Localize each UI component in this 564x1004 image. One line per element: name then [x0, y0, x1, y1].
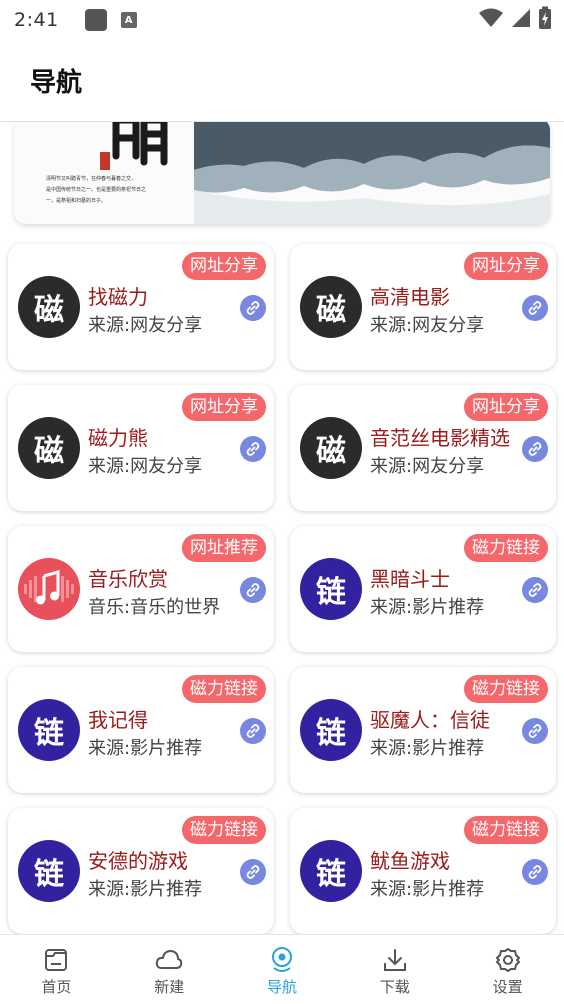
magnet-avatar: 磁 [18, 417, 80, 479]
link-avatar: 链 [300, 558, 362, 620]
signal-icon [512, 9, 530, 27]
card-title: 高清电影 [370, 285, 450, 309]
site-card[interactable]: 网址推荐 音乐欣赏 音乐:音乐的世界 [8, 526, 274, 652]
card-subtitle: 来源:影片推荐 [370, 597, 485, 618]
nav-item-navigation[interactable]: 导航 [226, 935, 339, 1004]
card-subtitle: 音乐:音乐的世界 [88, 597, 221, 618]
site-card[interactable]: 磁力链接 链 黑暗斗士 来源:影片推荐 [290, 526, 556, 652]
status-icons [478, 6, 552, 30]
banner-caption-line: 是中国传统节日之一。也是重要的祭祀节日之 [46, 187, 147, 193]
card-title: 鱿鱼游戏 [370, 849, 450, 873]
nav-label: 设置 [492, 978, 523, 996]
notification-a-icon: A [120, 12, 137, 28]
card-subtitle: 来源:网友分享 [370, 315, 485, 336]
category-tag: 网址推荐 [182, 534, 266, 562]
card-subtitle: 来源:影片推荐 [370, 879, 485, 900]
banner-artwork [14, 122, 550, 224]
link-icon[interactable] [522, 436, 548, 462]
nav-item-settings[interactable]: 设置 [451, 935, 564, 1004]
card-title: 音范丝电影精选 [370, 426, 510, 450]
banner-caption: 清明节又叫踏青节，在仲春与暮春之交， 是中国传统节日之一。也是重要的祭祀节日之 … [46, 174, 146, 207]
magnet-avatar: 磁 [18, 276, 80, 338]
link-icon[interactable] [240, 436, 266, 462]
site-card[interactable]: 磁力链接 链 鱿鱼游戏 来源:影片推荐 [290, 808, 556, 934]
notification-app-icon [84, 9, 107, 31]
bottom-nav: 首页 新建 导航 下载 设置 [0, 934, 564, 1004]
link-icon[interactable] [522, 295, 548, 321]
site-card[interactable]: 网址分享 磁 高清电影 来源:网友分享 [290, 244, 556, 370]
link-icon[interactable] [240, 718, 266, 744]
settings-gear-icon [494, 946, 522, 974]
site-card[interactable]: 网址分享 磁 磁力熊 来源:网友分享 [8, 385, 274, 511]
category-tag: 网址分享 [464, 393, 548, 421]
magnet-avatar: 磁 [300, 276, 362, 338]
banner-caption-line: 一，是祭祖和扫墓的日子。 [46, 198, 107, 204]
card-subtitle: 来源:影片推荐 [88, 738, 203, 759]
navigation-pin-icon [268, 946, 296, 974]
category-tag: 磁力链接 [182, 675, 266, 703]
content-scroll[interactable]: 清明节又叫踏青节，在仲春与暮春之交， 是中国传统节日之一。也是重要的祭祀节日之 … [0, 122, 564, 934]
link-avatar: 链 [18, 699, 80, 761]
category-tag: 磁力链接 [464, 534, 548, 562]
app-bar: 导航 [0, 40, 564, 122]
banner-caption-line: 清明节又叫踏青节，在仲春与暮春之交， [46, 176, 137, 182]
category-tag: 磁力链接 [182, 816, 266, 844]
site-card[interactable]: 网址分享 磁 找磁力 来源:网友分享 [8, 244, 274, 370]
category-tag: 网址分享 [182, 393, 266, 421]
cloud-icon [155, 946, 183, 974]
category-tag: 网址分享 [182, 252, 266, 280]
nav-item-new[interactable]: 新建 [113, 935, 226, 1004]
link-icon[interactable] [522, 718, 548, 744]
link-icon[interactable] [240, 295, 266, 321]
category-tag: 磁力链接 [464, 675, 548, 703]
nav-item-home[interactable]: 首页 [0, 935, 113, 1004]
music-note-icon [18, 558, 80, 620]
card-title: 驱魔人：信徒 [370, 708, 490, 732]
site-card[interactable]: 磁力链接 链 我记得 来源:影片推荐 [8, 667, 274, 793]
card-title: 安德的游戏 [88, 849, 188, 873]
nav-label: 新建 [154, 978, 185, 996]
card-title: 我记得 [88, 708, 148, 732]
card-title: 黑暗斗士 [370, 567, 450, 591]
battery-icon [539, 6, 551, 29]
site-card[interactable]: 网址分享 磁 音范丝电影精选 来源:网友分享 [290, 385, 556, 511]
site-card[interactable]: 磁力链接 链 安德的游戏 来源:影片推荐 [8, 808, 274, 934]
link-icon[interactable] [522, 577, 548, 603]
card-title: 音乐欣赏 [88, 567, 168, 591]
card-subtitle: 来源:网友分享 [88, 456, 203, 477]
category-tag: 磁力链接 [464, 816, 548, 844]
banner-image[interactable]: 清明节又叫踏青节，在仲春与暮春之交， 是中国传统节日之一。也是重要的祭祀节日之 … [14, 122, 550, 224]
link-icon[interactable] [240, 577, 266, 603]
download-icon [381, 946, 409, 974]
card-subtitle: 来源:影片推荐 [370, 738, 485, 759]
card-title: 磁力熊 [88, 426, 148, 450]
site-card[interactable]: 磁力链接 链 驱魔人：信徒 来源:影片推荐 [290, 667, 556, 793]
card-title: 找磁力 [88, 285, 148, 309]
card-subtitle: 来源:网友分享 [88, 315, 203, 336]
link-icon[interactable] [522, 859, 548, 885]
nav-item-download[interactable]: 下载 [338, 935, 451, 1004]
wifi-icon [479, 8, 503, 27]
magnet-avatar: 磁 [300, 417, 362, 479]
home-icon [42, 946, 70, 974]
link-avatar: 链 [18, 840, 80, 902]
link-avatar: 链 [300, 699, 362, 761]
nav-label: 下载 [379, 978, 410, 996]
page-title: 导航 [30, 68, 83, 98]
link-icon[interactable] [240, 859, 266, 885]
card-subtitle: 来源:网友分享 [370, 456, 485, 477]
card-subtitle: 来源:影片推荐 [88, 879, 203, 900]
status-time: 2:41 [14, 9, 59, 31]
link-avatar: 链 [300, 840, 362, 902]
nav-label: 首页 [41, 978, 72, 996]
status-bar: 2:41 A [0, 0, 564, 40]
category-tag: 网址分享 [464, 252, 548, 280]
nav-label: 导航 [266, 978, 297, 996]
